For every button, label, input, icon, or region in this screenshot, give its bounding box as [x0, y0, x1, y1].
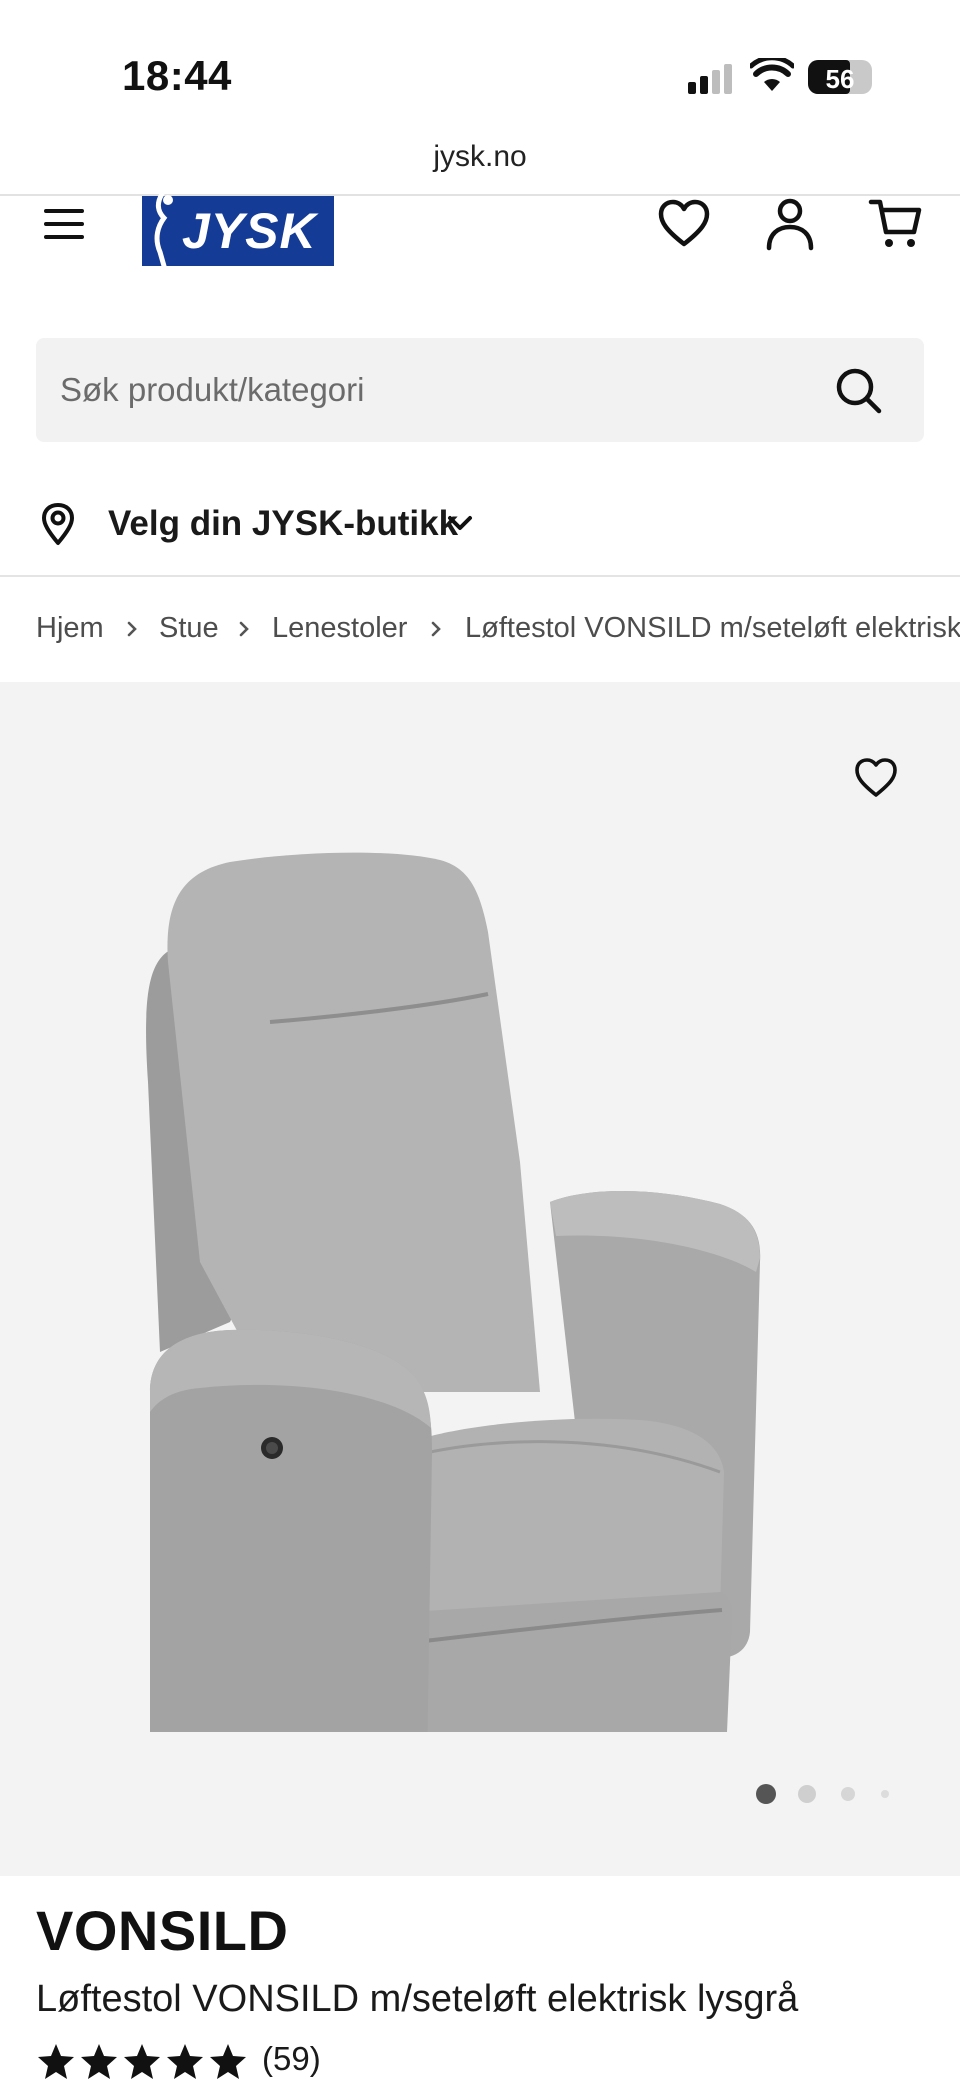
chevron-right-icon — [239, 621, 249, 637]
chevron-down-icon — [448, 516, 472, 530]
breadcrumb-item-stue[interactable]: Stue — [159, 612, 219, 645]
heart-icon[interactable] — [656, 196, 712, 252]
search-bar — [36, 338, 924, 442]
divider — [0, 575, 960, 577]
gallery-dot-2[interactable] — [798, 1785, 816, 1803]
battery-indicator: 56 — [808, 60, 872, 94]
add-to-wishlist-heart-icon[interactable] — [852, 754, 900, 802]
wifi-icon — [750, 58, 794, 91]
cart-icon[interactable] — [868, 196, 924, 252]
gallery-dot-3[interactable] — [841, 1787, 855, 1801]
breadcrumb: Hjem Stue Lenestoler Løftestol VONSILD m… — [36, 608, 960, 652]
review-count: (59) — [262, 2040, 321, 2077]
cellular-signal-icon — [688, 64, 736, 94]
user-icon[interactable] — [762, 196, 818, 252]
gallery-dot-1[interactable] — [756, 1784, 776, 1804]
site-header: JYSK — [0, 192, 960, 296]
location-pin-icon — [42, 503, 74, 545]
logo-mascot-icon — [154, 192, 173, 268]
menu-icon[interactable] — [40, 200, 88, 248]
logo-text: JYSK — [182, 203, 317, 259]
status-time: 18:44 — [122, 52, 232, 99]
battery-level: 56 — [825, 64, 855, 94]
breadcrumb-item-lenestoler[interactable]: Lenestoler — [272, 612, 407, 645]
breadcrumb-item-current: Løftestol VONSILD m/seteløft elektrisk l… — [465, 612, 960, 644]
gallery-pagination — [754, 1782, 894, 1806]
product-title: Løftestol VONSILD m/seteløft elektrisk l… — [36, 1978, 799, 2020]
rating-stars-icon — [38, 2044, 246, 2079]
search-icon[interactable] — [834, 366, 884, 416]
url-bar[interactable]: jysk.no — [0, 140, 960, 196]
gallery-dot-4[interactable] — [881, 1790, 889, 1798]
chevron-right-icon — [127, 621, 137, 637]
product-image-recliner-chair — [146, 852, 761, 1732]
store-picker[interactable]: Velg din JYSK-butikk — [36, 496, 636, 556]
product-image-gallery[interactable] — [0, 682, 960, 1876]
status-bar: 18:44 56 — [0, 0, 960, 120]
product-brand: VONSILD — [36, 1899, 289, 1962]
chevron-right-icon — [431, 621, 441, 637]
breadcrumb-item-home[interactable]: Hjem — [36, 612, 104, 645]
store-picker-label: Velg din JYSK-butikk — [108, 504, 459, 543]
jysk-logo[interactable]: JYSK — [142, 192, 334, 268]
search-input[interactable] — [60, 364, 820, 416]
